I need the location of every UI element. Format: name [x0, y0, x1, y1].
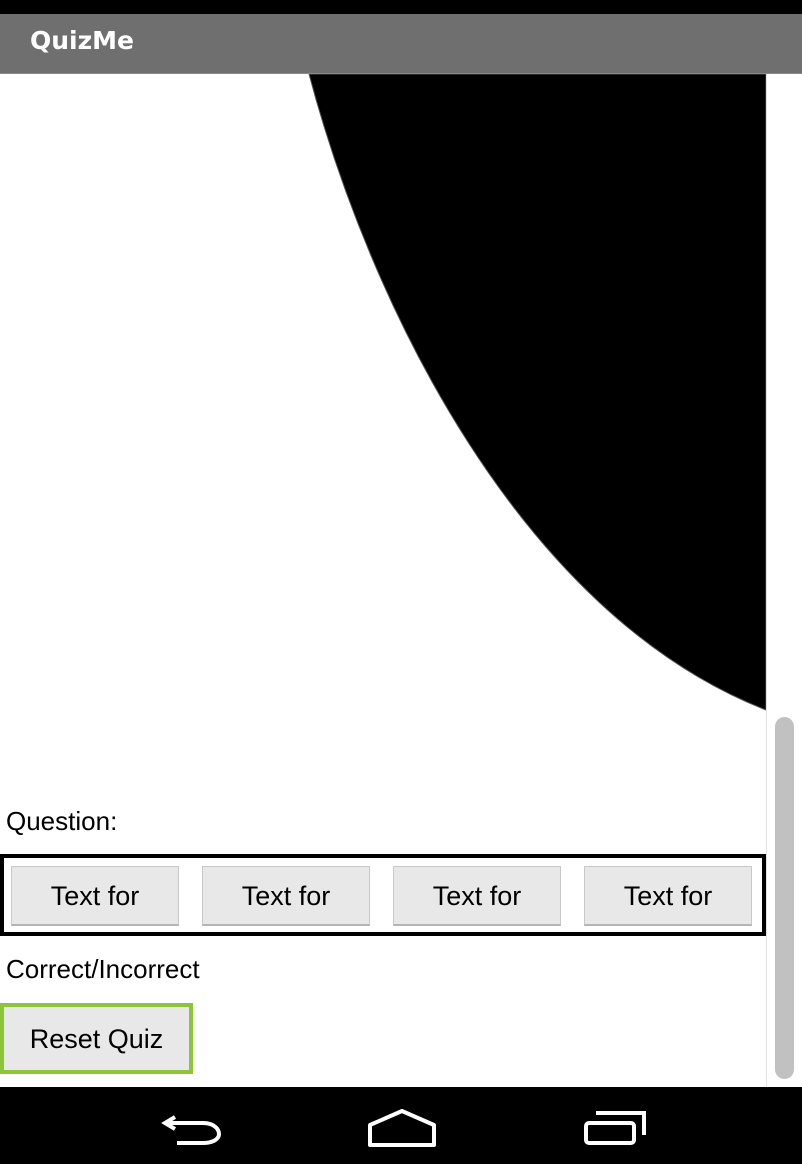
- quiz-image: [308, 74, 766, 711]
- scrollbar-thumb[interactable]: [775, 717, 794, 1079]
- status-bar: [0, 0, 802, 14]
- title-bar: QuizMe: [0, 14, 802, 74]
- answer-button-2[interactable]: Text for: [202, 866, 370, 926]
- back-arrow-icon[interactable]: [155, 1105, 227, 1149]
- result-label: Correct/Incorrect: [6, 954, 200, 984]
- answer-button-1[interactable]: Text for: [11, 866, 179, 926]
- answer-button-4[interactable]: Text for: [584, 866, 752, 926]
- navigation-bar: [0, 1087, 802, 1164]
- recent-apps-icon[interactable]: [580, 1105, 652, 1151]
- app-title: QuizMe: [30, 26, 135, 55]
- answer-buttons-row: Text for Text for Text for Text for: [0, 854, 766, 936]
- question-label: Question:: [6, 806, 118, 836]
- answer-button-3[interactable]: Text for: [393, 866, 561, 926]
- home-icon[interactable]: [364, 1105, 440, 1151]
- reset-quiz-button[interactable]: Reset Quiz: [0, 1003, 193, 1074]
- screen-content[interactable]: Question: Text for Text for Text for Tex…: [0, 74, 802, 1087]
